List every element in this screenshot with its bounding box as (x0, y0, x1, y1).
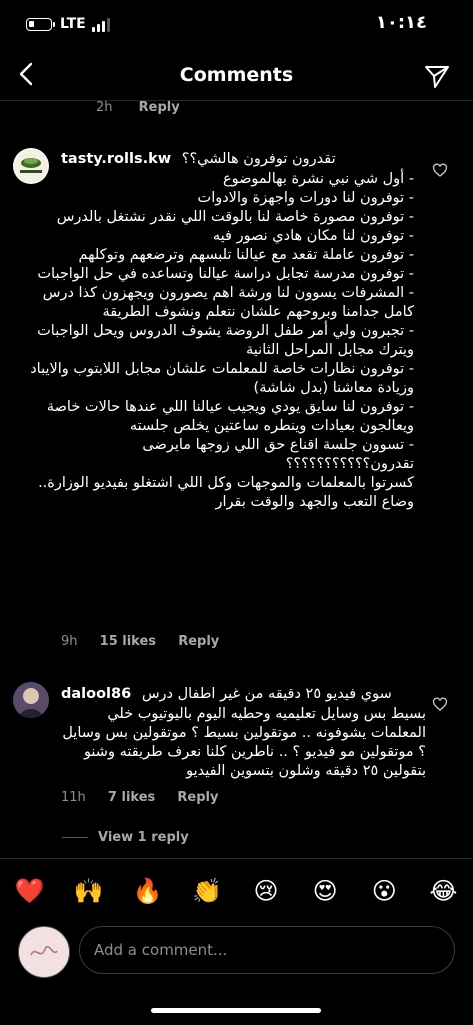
comment-username[interactable]: tasty.rolls.kw (61, 151, 171, 167)
send-icon[interactable] (423, 62, 451, 90)
status-bar: LTE ١٠:١٤ (0, 0, 473, 52)
emoji-heart-eyes-button[interactable]: 😍 (305, 877, 345, 905)
comments-header: Comments (0, 52, 473, 101)
heart-icon[interactable] (432, 162, 448, 178)
battery-icon (26, 18, 55, 31)
comment-line: تقدرون؟؟؟؟؟؟؟؟؟؟؟ (285, 456, 414, 472)
comment-line: - تجبرون ولي أمر طفل الروضة يشوف الدروس … (37, 323, 414, 358)
carrier-label: LTE (60, 16, 86, 32)
reply-divider (62, 837, 88, 838)
comment-body: - أول شي نبي نشرة بهالموضوع - توفرون لنا… (22, 170, 414, 512)
comment-time: 11h (61, 790, 86, 805)
my-avatar (18, 926, 70, 978)
comment-line: - توفرون لنا دورات واجهزة والادوات (197, 190, 414, 206)
emoji-surprised-button[interactable]: 😮 (364, 877, 404, 905)
comment-line: - المشرفات يسوون لنا ورشة اهم يصورون ويج… (42, 285, 414, 320)
reply-button[interactable]: Reply (177, 790, 218, 805)
comment-time: 9h (61, 634, 78, 649)
comment-line: - توفرون مدرسة تجابل دراسة عيالنا وتساعد… (37, 266, 414, 282)
avatar[interactable] (13, 682, 49, 718)
likes-count[interactable]: 15 likes (100, 634, 156, 649)
comment-meta: 11h 7 likes Reply (61, 790, 236, 805)
calligraphy-avatar-icon (20, 928, 68, 976)
comment-line: كسرتوا بالمعلمات والموجهات وكل اللي اشتغ… (38, 475, 414, 510)
emoji-raised-hands-button[interactable]: 🙌 (69, 877, 109, 905)
comment-time: 2h (96, 100, 113, 115)
likes-count[interactable]: 7 likes (108, 790, 155, 805)
signal-icon (92, 18, 112, 32)
status-time: ١٠:١٤ (375, 12, 427, 33)
emoji-clap-button[interactable]: 👏 (187, 877, 227, 905)
page-title: Comments (179, 64, 294, 86)
comment-header: tasty.rolls.kw تقدرون توفرون هالشي؟؟ (61, 150, 336, 169)
comment-line: - توفرون لنا سايق يودي ويجيب عيالنا اللي… (46, 399, 414, 434)
emoji-laughing-button[interactable]: 😂 (423, 877, 463, 905)
comment-line: - توفرون لنا مكان هادي نصور فيه (212, 228, 414, 244)
reply-button[interactable]: Reply (139, 100, 180, 115)
comment-meta: 9h 15 likes Reply (61, 634, 237, 649)
comment-input[interactable]: Add a comment... (79, 926, 455, 974)
reply-button[interactable]: Reply (178, 634, 219, 649)
comment-first-line: سوي فيديو ٢٥ دقيقه من غير اطفال درس (141, 686, 392, 702)
comment-line: - توفرون نظارات خاصة للمعلمات علشان مجاب… (30, 361, 414, 396)
emoji-fire-button[interactable]: 🔥 (128, 877, 168, 905)
comment-body: بسيط بس وسايل تعليميه وحطيه اليوم باليوت… (62, 706, 426, 779)
emoji-crying-button[interactable]: 😢 (246, 877, 286, 905)
comment-first-line: تقدرون توفرون هالشي؟؟ (181, 151, 336, 167)
emoji-quick-bar: ❤️ 🙌 🔥 👏 😢 😍 😮 😂 (0, 877, 473, 905)
comment-line: - أول شي نبي نشرة بهالموضوع (222, 171, 414, 187)
comment-line: - توفرون مصورة خاصة لنا بالوقت اللي نقدر… (56, 209, 414, 225)
previous-comment-meta: 2h Reply (96, 100, 202, 115)
comment-line: - توفرون عاملة تقعد مع عيالنا تلبسهم وتر… (78, 247, 414, 263)
home-indicator (151, 1008, 321, 1013)
emoji-heart-button[interactable]: ❤️ (10, 877, 50, 905)
comment-username[interactable]: dalool86 (61, 686, 131, 702)
comment-line: - تسوون جلسة اقناع حق اللي زوجها مايرضى (142, 437, 414, 453)
comment-header: dalool86 سوي فيديو ٢٥ دقيقه من غير اطفال… (61, 685, 392, 704)
profile-photo-icon (13, 682, 49, 718)
heart-icon[interactable] (432, 696, 448, 712)
view-replies-label: View 1 reply (98, 830, 189, 845)
view-replies-button[interactable]: View 1 reply (62, 830, 189, 845)
